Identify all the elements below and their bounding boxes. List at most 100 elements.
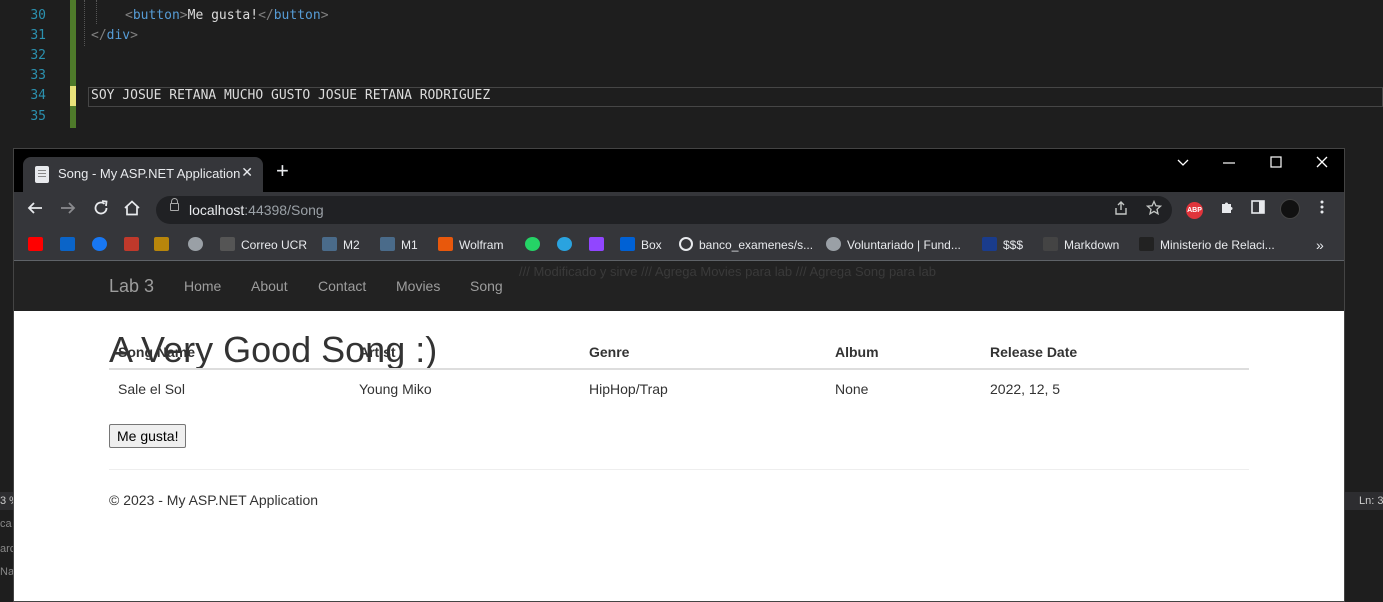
footer-copyright: © 2023 - My ASP.NET Application <box>109 492 319 508</box>
share-icon[interactable] <box>1113 200 1129 220</box>
bookmark-label: Box <box>641 238 662 252</box>
bookmark-item[interactable]: banco_examenes/s... <box>679 236 813 254</box>
flag-icon <box>1139 237 1154 251</box>
table-cell: Sale el Sol <box>118 380 185 397</box>
bookmark-item[interactable] <box>28 236 49 254</box>
bookmark-label: M1 <box>401 238 418 252</box>
line-number: 31 <box>30 28 46 43</box>
bookmark-item[interactable]: Correo UCR <box>220 236 307 254</box>
nav-link-home[interactable]: Home <box>184 278 221 294</box>
bookmark-item[interactable] <box>589 236 610 254</box>
bookmark-item[interactable] <box>124 236 145 254</box>
bookmarks-bar: » Correo UCR M2 M1 Wolfram Box banco_examenes… <box>14 228 1344 261</box>
extensions-puzzle-icon[interactable] <box>1217 199 1237 219</box>
panel-text: Na <box>0 566 14 578</box>
page-favicon-icon <box>35 166 49 183</box>
bookmark-item[interactable]: Markdown <box>1043 236 1119 254</box>
nav-link-movies[interactable]: Movies <box>396 278 440 294</box>
table-cell: None <box>835 380 869 397</box>
bookmark-item[interactable]: Voluntariado | Fund... <box>826 236 961 254</box>
lock-icon[interactable] <box>170 198 179 211</box>
bookmark-item[interactable] <box>60 236 81 254</box>
globe-icon <box>826 237 841 251</box>
line-number: 35 <box>30 109 46 124</box>
bookmark-item[interactable]: $$$ <box>982 236 1023 254</box>
back-arrow-icon[interactable] <box>26 199 44 220</box>
address-bar[interactable]: localhost:44398/Song <box>156 196 1172 224</box>
minimize-button[interactable] <box>1222 155 1236 172</box>
panel-text: arc <box>0 543 14 555</box>
code-line-30: <button>Me gusta!</button> <box>125 8 329 23</box>
tab-title: Song - My ASP.NET Application <box>58 166 241 181</box>
bank-icon <box>154 237 169 251</box>
songs-table: Song Name Artist Genre Album Release Dat… <box>109 336 1249 407</box>
profile-avatar[interactable] <box>1280 199 1300 219</box>
code-line-34: SOY JOSUE RETANA MUCHO GUSTO JOSUE RETAN… <box>91 88 491 103</box>
bookmark-label: M2 <box>343 238 360 252</box>
github-icon <box>679 237 693 251</box>
bookmark-item[interactable] <box>525 236 546 254</box>
tab-close-icon[interactable]: ✕ <box>241 164 253 181</box>
close-window-button[interactable] <box>1315 155 1329 172</box>
m-icon <box>322 237 337 251</box>
line-number: 30 <box>30 8 46 23</box>
facebook-icon <box>92 237 107 251</box>
browser-titlebar: Song - My ASP.NET Application ✕ + <box>14 149 1344 192</box>
nav-link-about[interactable]: About <box>251 278 288 294</box>
panel-text: ca <box>0 518 12 530</box>
indent-guide <box>84 0 85 46</box>
outlook-icon <box>60 237 75 251</box>
bookmark-star-icon[interactable] <box>1145 199 1163 220</box>
table-cell: HipHop/Trap <box>589 380 668 397</box>
d-icon <box>1043 237 1058 251</box>
reload-icon[interactable] <box>92 199 110 220</box>
bookmark-item[interactable]: Box <box>620 236 662 254</box>
table-cell: 2022, 12, 5 <box>990 380 1061 397</box>
forward-arrow-icon[interactable] <box>59 199 77 220</box>
column-header: Artist <box>350 336 580 370</box>
bookmark-item[interactable]: M1 <box>380 236 418 254</box>
tab-search-icon[interactable] <box>1176 155 1190 172</box>
adblock-plus-icon[interactable]: ABP <box>1186 202 1203 219</box>
circle-e-icon <box>188 237 203 251</box>
menu-kebab-icon[interactable] <box>1312 199 1332 219</box>
table-header-row: Song Name Artist Genre Album Release Dat… <box>109 336 1249 370</box>
bookmark-item[interactable] <box>154 236 175 254</box>
web-page: /// Modificado y sirve /// Agrega Movies… <box>14 261 1344 601</box>
bookmark-item[interactable]: Wolfram <box>438 236 503 254</box>
home-icon[interactable] <box>123 199 141 220</box>
nav-link-song[interactable]: Song <box>470 278 503 294</box>
url-text[interactable]: localhost:44398/Song <box>189 202 324 218</box>
site-brand-link[interactable]: Lab 3 <box>109 276 154 297</box>
change-indicator <box>70 0 76 86</box>
site-navbar: /// Modificado y sirve /// Agrega Movies… <box>14 261 1344 311</box>
youtube-icon <box>28 237 43 251</box>
side-panel-icon[interactable] <box>1248 199 1268 219</box>
maximize-button[interactable] <box>1269 155 1283 172</box>
indent-guide <box>96 0 97 24</box>
column-header: Album <box>826 336 981 370</box>
table-cell: Young Miko <box>359 380 432 397</box>
bookmark-item[interactable] <box>92 236 113 254</box>
like-button[interactable]: Me gusta! <box>109 424 187 448</box>
browser-window: Song - My ASP.NET Application ✕ + localh… <box>13 148 1345 602</box>
new-tab-button[interactable]: + <box>276 160 289 182</box>
bookmark-item[interactable]: M2 <box>322 236 360 254</box>
browser-tab-active[interactable]: Song - My ASP.NET Application ✕ <box>23 157 263 192</box>
bookmark-label: Ministerio de Relaci... <box>1160 238 1275 252</box>
xe-icon <box>982 237 997 251</box>
more-bookmarks-button[interactable]: » <box>1316 236 1324 254</box>
line-number: 32 <box>30 48 46 63</box>
nav-link-contact[interactable]: Contact <box>318 278 366 294</box>
zoom-level[interactable]: 3 % <box>0 492 14 510</box>
bookmark-item[interactable]: Ministerio de Relaci... <box>1139 236 1275 254</box>
box-icon <box>620 237 635 251</box>
hd-icon <box>124 237 139 251</box>
bookmark-item[interactable] <box>557 236 578 254</box>
bookmark-label: Wolfram <box>459 238 504 252</box>
dots-icon <box>220 237 235 251</box>
code-line-31: </div> <box>91 28 138 43</box>
bookmark-item[interactable] <box>188 236 209 254</box>
wolfram-icon <box>438 237 453 251</box>
bookmark-label: Voluntariado | Fund... <box>847 238 961 252</box>
